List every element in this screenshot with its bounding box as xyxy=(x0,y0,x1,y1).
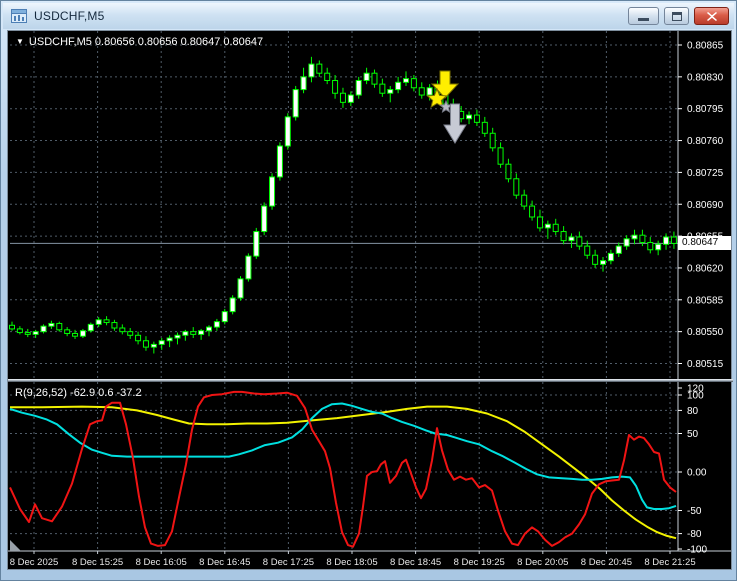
svg-text:0.80830: 0.80830 xyxy=(687,72,724,83)
svg-text:0.80620: 0.80620 xyxy=(687,263,724,274)
svg-text:8 Dec 18:45: 8 Dec 18:45 xyxy=(390,557,441,568)
chevron-down-icon[interactable]: ▼ xyxy=(16,37,24,46)
svg-text:8 Dec 17:25: 8 Dec 17:25 xyxy=(263,557,314,568)
svg-text:0.80760: 0.80760 xyxy=(687,136,724,147)
signal-markers xyxy=(426,70,467,144)
bid-price-box: 0.80647 xyxy=(678,236,731,250)
window-title: USDCHF,M5 xyxy=(34,9,105,23)
svg-text:0.80585: 0.80585 xyxy=(687,295,724,306)
price-axis[interactable]: 0.80865 0.80830 0.80795 0.80760 0.80725 0.806… xyxy=(678,41,724,371)
svg-text:8 Dec 20:05: 8 Dec 20:05 xyxy=(517,557,568,568)
pane-resize-grip[interactable] xyxy=(10,540,21,551)
oscillator-line-mid xyxy=(9,402,677,510)
svg-text:0.80795: 0.80795 xyxy=(687,104,724,115)
minimize-button[interactable] xyxy=(628,7,659,25)
svg-text:8 Dec 20:45: 8 Dec 20:45 xyxy=(581,557,632,568)
minimize-icon xyxy=(638,17,649,21)
svg-text:0.80515: 0.80515 xyxy=(687,359,724,370)
svg-text:0.80690: 0.80690 xyxy=(687,200,724,211)
window-controls xyxy=(628,7,729,25)
restore-icon xyxy=(671,11,682,21)
symbol-ohlc-line[interactable]: ▼ USDCHF,M5 0.80656 0.80656 0.80647 0.806… xyxy=(16,36,263,48)
svg-text:8 Dec 21:25: 8 Dec 21:25 xyxy=(644,557,695,568)
svg-text:80: 80 xyxy=(687,406,699,417)
oscillator-lines xyxy=(9,390,677,548)
svg-text:0.80725: 0.80725 xyxy=(687,168,724,179)
svg-text:0.80865: 0.80865 xyxy=(687,41,724,52)
svg-text:100: 100 xyxy=(687,391,704,402)
close-icon xyxy=(706,11,717,21)
chart-gridlines xyxy=(10,31,678,551)
svg-text:50: 50 xyxy=(687,429,699,440)
svg-text:8 Dec 19:25: 8 Dec 19:25 xyxy=(454,557,505,568)
svg-text:0.80550: 0.80550 xyxy=(687,327,724,338)
restore-button[interactable] xyxy=(664,7,689,25)
svg-text:0.00: 0.00 xyxy=(687,468,707,479)
svg-text:-100: -100 xyxy=(687,545,707,556)
ohlc-text: USDCHF,M5 0.80656 0.80656 0.80647 0.8064… xyxy=(28,36,264,48)
svg-text:8 Dec 18:05: 8 Dec 18:05 xyxy=(326,557,377,568)
chart-client-area[interactable]: 0.80865 0.80830 0.80795 0.80760 0.80725 0.806… xyxy=(7,30,733,570)
svg-text:-80: -80 xyxy=(687,529,702,540)
pane-separator[interactable] xyxy=(8,379,733,382)
svg-text:8 Dec 16:45: 8 Dec 16:45 xyxy=(199,557,250,568)
time-axis[interactable]: 8 Dec 2025 8 Dec 15:25 8 Dec 16:05 8 Dec 16… xyxy=(10,551,696,568)
chart-canvas[interactable]: 0.80865 0.80830 0.80795 0.80760 0.80725 0.806… xyxy=(8,31,731,569)
close-button[interactable] xyxy=(694,7,729,25)
candlesticks xyxy=(9,56,677,354)
chart-window: USDCHF,M5 0.80865 0.80830 0.80795 0.80760 0.… xyxy=(0,0,737,581)
svg-text:8 Dec 16:05: 8 Dec 16:05 xyxy=(136,557,187,568)
indicator-label[interactable]: R(9,26,52) -62.9 0.6 -37.2 xyxy=(15,387,142,399)
window-titlebar[interactable]: USDCHF,M5 xyxy=(3,3,734,29)
svg-text:-50: -50 xyxy=(687,506,702,517)
svg-text:8 Dec 2025: 8 Dec 2025 xyxy=(10,557,59,568)
indicator-axis[interactable]: 12010080500.00-50-80-100 xyxy=(678,384,707,556)
svg-text:8 Dec 15:25: 8 Dec 15:25 xyxy=(72,557,123,568)
chart-window-icon xyxy=(11,9,27,23)
